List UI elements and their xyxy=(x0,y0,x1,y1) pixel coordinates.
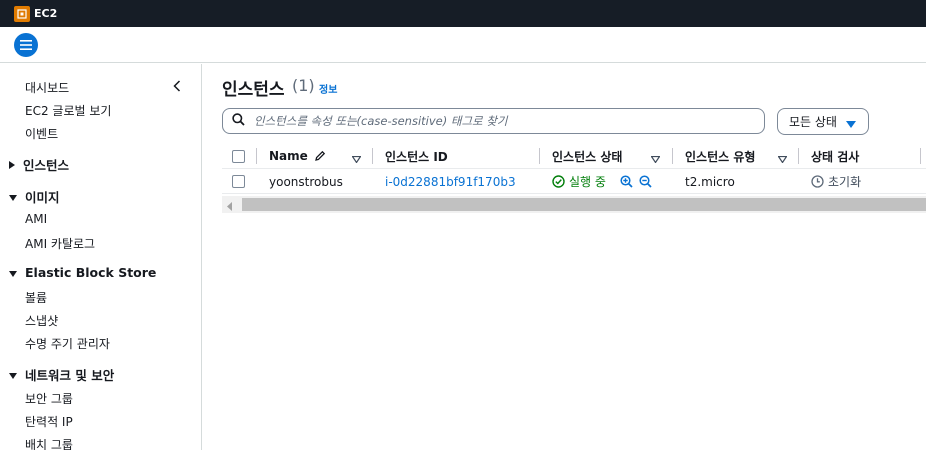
ec2-service-icon[interactable] xyxy=(14,5,30,22)
table-row[interactable]: yoonstrobus i-0d22881bf91f170b3 실행 중 t2.… xyxy=(222,169,926,194)
success-check-circle-icon xyxy=(552,175,565,188)
top-nav-bar: EC2 xyxy=(0,0,926,27)
column-divider xyxy=(256,148,257,164)
horizontal-scrollbar[interactable] xyxy=(222,196,926,213)
table-header-row: Name 인스턴스 ID 인스턴스 상태 인스턴스 유형 상태 검사 xyxy=(222,143,926,169)
search-icon xyxy=(232,113,245,129)
sidebar-item-ami-catalog[interactable]: AMI 카탈로그 xyxy=(25,235,95,252)
sidebar: 대시보드 EC2 글로벌 보기 이벤트 인스턴스 이미지 AMI AMI 카탈로… xyxy=(0,64,202,450)
zoom-out-icon[interactable] xyxy=(639,175,652,188)
info-link[interactable]: 정보 xyxy=(319,81,337,96)
column-divider xyxy=(539,148,540,164)
caret-down-icon xyxy=(9,265,17,280)
sidebar-item-elastic-ips[interactable]: 탄력적 IP xyxy=(25,413,73,430)
sidebar-item-snapshots[interactable]: 스냅샷 xyxy=(25,312,58,329)
sidebar-section-label: Elastic Block Store xyxy=(25,265,157,280)
search-box[interactable] xyxy=(222,108,765,134)
sidebar-section-instances[interactable]: 인스턴스 xyxy=(9,155,69,174)
hamburger-menu-icon[interactable] xyxy=(14,33,38,57)
sidebar-item-events[interactable]: 이벤트 xyxy=(25,125,58,142)
sidebar-item-dashboard[interactable]: 대시보드 xyxy=(25,79,69,96)
status-check: 초기화 xyxy=(811,169,861,194)
column-divider xyxy=(672,148,673,164)
sidebar-section-ebs[interactable]: Elastic Block Store xyxy=(9,265,156,280)
sidebar-section-network-security[interactable]: 네트워크 및 보안 xyxy=(9,365,114,384)
edit-pencil-icon[interactable] xyxy=(314,150,326,162)
sidebar-item-lifecycle-manager[interactable]: 수명 주기 관리자 xyxy=(25,335,110,352)
select-all-checkbox[interactable] xyxy=(232,150,245,163)
caret-down-icon xyxy=(9,189,17,204)
main-content: 인스턴스 (1) 정보 모든 상태 Name 인스턴스 ID 인스턴스 상태 xyxy=(202,64,926,450)
caret-right-icon xyxy=(9,157,15,172)
sidebar-item-ami[interactable]: AMI xyxy=(25,212,47,226)
sidebar-item-ec2-global-view[interactable]: EC2 글로벌 보기 xyxy=(25,102,111,119)
instance-name: yoonstrobus xyxy=(269,174,343,189)
caret-down-icon xyxy=(9,367,17,382)
sidebar-section-label: 네트워크 및 보안 xyxy=(25,368,115,383)
sidebar-item-security-groups[interactable]: 보안 그룹 xyxy=(25,390,73,407)
instance-state-label: 실행 중 xyxy=(569,175,606,189)
search-input[interactable] xyxy=(254,114,754,128)
column-header-status-check[interactable]: 상태 검사 xyxy=(811,143,859,169)
scroll-left-arrow-icon[interactable] xyxy=(227,200,233,214)
sidebar-item-volumes[interactable]: 볼륨 xyxy=(25,289,47,306)
zoom-in-icon[interactable] xyxy=(620,175,633,188)
scrollbar-thumb[interactable] xyxy=(242,198,926,211)
row-select-checkbox[interactable] xyxy=(232,175,245,188)
state-filter-label: 모든 상태 xyxy=(789,115,837,129)
instance-type: t2.micro xyxy=(685,174,735,189)
page-title: 인스턴스 xyxy=(222,80,285,100)
service-name[interactable]: EC2 xyxy=(34,7,57,20)
column-divider xyxy=(372,148,373,164)
column-divider xyxy=(920,148,921,164)
column-header-name[interactable]: Name xyxy=(269,143,326,169)
column-header-instance-state[interactable]: 인스턴스 상태 xyxy=(552,143,622,169)
column-header-instance-id[interactable]: 인스턴스 ID xyxy=(385,143,448,169)
instance-state: 실행 중 xyxy=(552,169,652,194)
sidebar-section-label: 인스턴스 xyxy=(23,158,70,173)
column-divider xyxy=(798,148,799,164)
clock-icon xyxy=(811,175,824,188)
sort-caret-down-icon[interactable] xyxy=(650,152,661,166)
caret-down-icon xyxy=(846,118,856,132)
sort-caret-down-icon[interactable] xyxy=(777,152,788,166)
sort-caret-down-icon[interactable] xyxy=(351,152,362,166)
status-check-label: 초기화 xyxy=(828,175,862,189)
column-header-instance-type[interactable]: 인스턴스 유형 xyxy=(685,143,755,169)
sidebar-section-images[interactable]: 이미지 xyxy=(9,187,60,206)
instance-id-link[interactable]: i-0d22881bf91f170b3 xyxy=(385,169,516,194)
menu-bar xyxy=(0,27,926,63)
instance-count: (1) xyxy=(292,76,315,95)
sidebar-item-placement-groups[interactable]: 배치 그룹 xyxy=(25,436,73,450)
sidebar-section-label: 이미지 xyxy=(25,190,60,205)
collapse-sidebar-chevron-left-icon[interactable] xyxy=(170,78,184,94)
instance-state-filter-dropdown[interactable]: 모든 상태 xyxy=(777,108,869,135)
